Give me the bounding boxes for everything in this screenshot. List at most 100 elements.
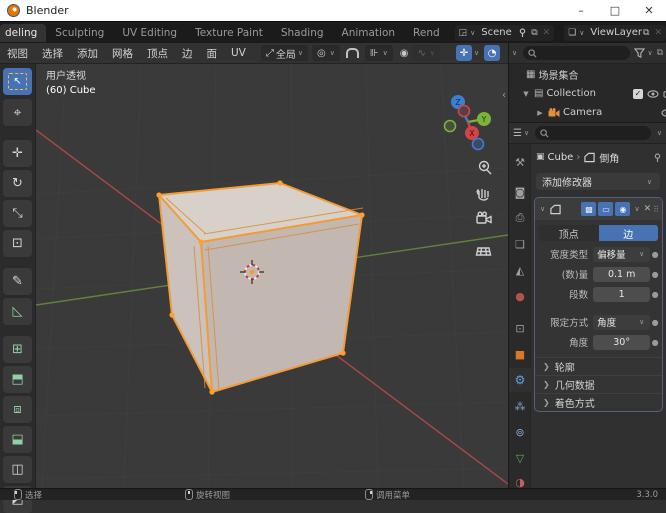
maximize-button[interactable]: □ bbox=[598, 0, 632, 21]
scene-browse-chevron[interactable]: ∨ bbox=[470, 29, 475, 37]
tool-rotate[interactable]: ↻ bbox=[3, 170, 32, 197]
tab-view-layer[interactable]: ❏ bbox=[509, 232, 531, 256]
animate-dot[interactable]: ● bbox=[650, 338, 660, 347]
gizmo-neg-y-axis[interactable] bbox=[445, 121, 456, 132]
section-profile[interactable]: ❯ 轮廓 bbox=[535, 357, 662, 375]
outliner-row-scene-collection[interactable]: ▦ 场景集合 bbox=[509, 65, 666, 84]
pivot-point-dropdown[interactable]: ◎ ∨ bbox=[312, 45, 340, 61]
tool-cursor[interactable]: ⌖ bbox=[3, 99, 32, 126]
limit-method-dropdown[interactable]: 角度 ∨ bbox=[593, 315, 650, 330]
camera-label[interactable]: Camera bbox=[563, 107, 602, 118]
transform-orientation-dropdown[interactable]: ⤢ 全局 ∨ bbox=[261, 45, 308, 61]
breadcrumb-object-name[interactable]: Cube bbox=[548, 152, 574, 163]
tool-move[interactable]: ✛ bbox=[3, 140, 32, 167]
toggle-ortho-button[interactable] bbox=[477, 248, 491, 255]
tool-annotate[interactable]: ✎ bbox=[3, 268, 32, 295]
tab-output[interactable]: ⎙ bbox=[509, 206, 531, 230]
view-layer-icon[interactable]: ❏ bbox=[568, 28, 576, 38]
tool-select-box[interactable]: ↖ bbox=[3, 68, 32, 95]
menu-view[interactable]: 视图 bbox=[0, 46, 35, 61]
properties-editor-chevron[interactable]: ∨ bbox=[524, 129, 529, 137]
falloff-dropdown[interactable]: ∿ ∨ bbox=[412, 45, 440, 61]
animate-dot[interactable]: ● bbox=[650, 318, 660, 327]
pin-icon[interactable] bbox=[653, 153, 662, 162]
scene-icon[interactable]: ◲ bbox=[459, 28, 468, 38]
filter-funnel-icon[interactable] bbox=[634, 48, 645, 58]
delete-modifier-button[interactable]: ✕ bbox=[644, 204, 652, 214]
menu-uv[interactable]: UV bbox=[224, 47, 253, 59]
cube-mesh[interactable] bbox=[156, 180, 364, 394]
animate-dot[interactable]: ● bbox=[650, 250, 660, 259]
zoom-button[interactable] bbox=[480, 162, 492, 175]
properties-options-chevron[interactable]: ∨ bbox=[657, 129, 662, 137]
filter-chevron[interactable]: ∨ bbox=[647, 49, 652, 57]
affect-edges-button[interactable]: 边 bbox=[599, 225, 659, 241]
show-gizmos-toggle[interactable]: ✛ bbox=[456, 45, 472, 61]
menu-add[interactable]: 添加 bbox=[70, 46, 105, 61]
hide-eye-icon[interactable] bbox=[661, 109, 666, 117]
viewport-3d[interactable]: Z Y X 用户透视 (60) Cube ‹ bbox=[36, 64, 508, 488]
section-geometry[interactable]: ❯ 几何数据 bbox=[535, 375, 662, 393]
scene-collection-label[interactable]: 场景集合 bbox=[538, 67, 578, 82]
tab-physics[interactable]: ⊚ bbox=[509, 420, 531, 444]
section-shading[interactable]: ❯ 着色方式 bbox=[535, 393, 662, 411]
menu-select[interactable]: 选择 bbox=[35, 46, 70, 61]
outliner-editor-type-chevron[interactable]: ∨ bbox=[512, 49, 517, 57]
show-overlays-toggle[interactable]: ◔ bbox=[484, 45, 500, 61]
animate-dot[interactable]: ● bbox=[650, 270, 660, 279]
close-button[interactable]: ✕ bbox=[632, 0, 666, 21]
render-display-toggle[interactable]: ◉ bbox=[615, 202, 630, 216]
view-layer-chevron[interactable]: ∨ bbox=[579, 29, 584, 37]
add-modifier-button[interactable]: 添加修改器 ∨ bbox=[536, 173, 660, 190]
amount-field[interactable]: 0.1 m bbox=[593, 267, 650, 282]
animate-dot[interactable]: ● bbox=[650, 290, 660, 299]
new-scene-icon[interactable]: ⧉ bbox=[531, 28, 537, 38]
workspace-tab-rendering[interactable]: Rend bbox=[404, 24, 449, 42]
workspace-tab-shading[interactable]: Shading bbox=[272, 24, 333, 42]
tab-modifiers[interactable]: ⚙ bbox=[509, 368, 531, 392]
menu-edge[interactable]: 边 bbox=[175, 46, 200, 61]
camera-view-button[interactable] bbox=[477, 212, 491, 223]
width-type-dropdown[interactable]: 偏移量 ∨ bbox=[593, 247, 650, 262]
tool-scale[interactable]: ⤡ bbox=[3, 200, 32, 227]
outliner-row-collection[interactable]: ▼ ▤ Collection ✓ bbox=[509, 84, 666, 103]
pan-hand-button[interactable] bbox=[477, 189, 488, 200]
snap-magnet-toggle[interactable] bbox=[346, 48, 359, 58]
new-collection-icon[interactable]: ⧉ bbox=[657, 48, 663, 58]
menu-mesh[interactable]: 网格 bbox=[105, 46, 140, 61]
menu-face[interactable]: 面 bbox=[200, 46, 225, 61]
tool-measure[interactable]: ◺ bbox=[3, 298, 32, 325]
pin-icon[interactable] bbox=[518, 28, 527, 37]
tool-bevel[interactable]: ⬓ bbox=[3, 426, 32, 453]
realtime-display-toggle[interactable]: ▭ bbox=[598, 202, 613, 216]
camera-disclosure[interactable]: ▶ bbox=[535, 109, 545, 117]
tab-object[interactable]: ■ bbox=[509, 342, 531, 366]
segments-field[interactable]: 1 bbox=[593, 287, 650, 302]
minimize-button[interactable]: – bbox=[564, 0, 598, 21]
collection-disclosure[interactable]: ▼ bbox=[521, 90, 531, 98]
menu-vertex[interactable]: 顶点 bbox=[140, 46, 175, 61]
view-layer-name[interactable]: ViewLayer bbox=[590, 27, 642, 38]
tab-world[interactable]: ● bbox=[509, 284, 531, 308]
modifier-extras-chevron[interactable]: ∨ bbox=[634, 205, 639, 213]
edit-mode-display-toggle[interactable]: ▩ bbox=[581, 202, 596, 216]
tool-extrude-region[interactable]: ⬒ bbox=[3, 366, 32, 393]
tab-tool[interactable]: ⚒ bbox=[509, 150, 531, 174]
navigation-gizmo[interactable]: Z Y X bbox=[445, 95, 492, 150]
properties-search-input[interactable] bbox=[535, 126, 651, 140]
tab-scene[interactable]: ◭ bbox=[509, 258, 531, 282]
modifier-expand-chevron[interactable]: ∨ bbox=[540, 205, 545, 213]
hide-eye-icon[interactable] bbox=[647, 90, 659, 98]
outliner-row-camera[interactable]: ▶ Camera bbox=[509, 103, 666, 122]
tab-render[interactable]: ◙ bbox=[509, 180, 531, 204]
workspace-tab-texture-paint[interactable]: Texture Paint bbox=[186, 24, 272, 42]
breadcrumb-modifier-name[interactable]: 倒角 bbox=[599, 150, 619, 165]
workspace-tab-animation[interactable]: Animation bbox=[333, 24, 405, 42]
tab-particles[interactable]: ⁂ bbox=[509, 394, 531, 418]
collection-checkbox[interactable]: ✓ bbox=[633, 89, 643, 99]
workspace-tab-modeling[interactable]: deling bbox=[0, 24, 46, 42]
tab-object-data[interactable]: ▽ bbox=[509, 446, 531, 470]
snap-with-dropdown[interactable]: ⊪ ∨ bbox=[365, 45, 393, 61]
tool-inset-faces[interactable]: ⧈ bbox=[3, 396, 32, 423]
scene-selector[interactable]: ◲ ∨ Scene ⧉ ✕ bbox=[455, 25, 555, 41]
